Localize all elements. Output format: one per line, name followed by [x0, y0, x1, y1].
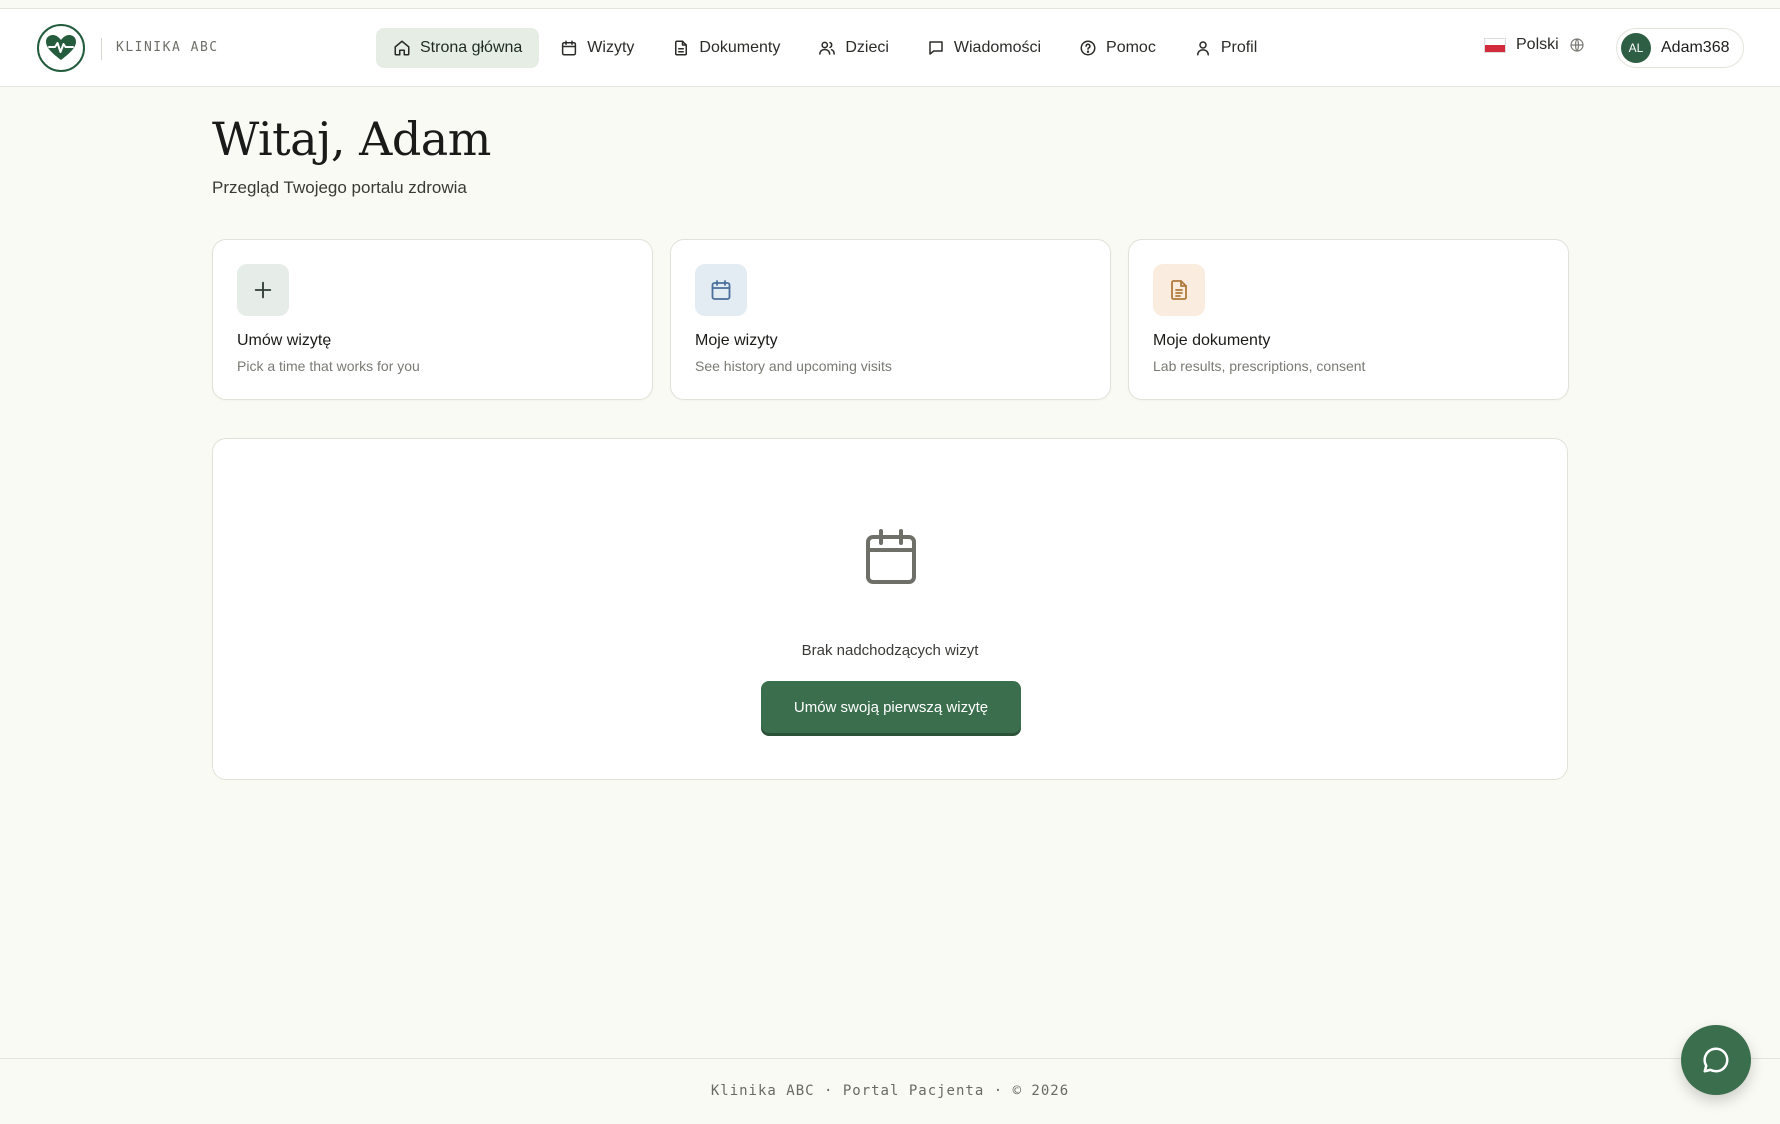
card-description: Lab results, prescriptions, consent: [1153, 358, 1366, 374]
empty-state-text: Brak nadchodzących wizyt: [801, 642, 979, 659]
my-documents-card[interactable]: Moje dokumenty Lab results, prescription…: [1128, 239, 1569, 400]
main-nav: Strona główna Wizyty Dokumenty Dzieci Wi…: [376, 28, 1278, 68]
user-icon: [1196, 41, 1209, 56]
language-selector[interactable]: Polski: [1484, 36, 1585, 54]
card-description: Pick a time that works for you: [237, 358, 420, 374]
logo-divider: [101, 38, 102, 60]
message-icon: [929, 41, 943, 55]
nav-item-profile[interactable]: Profil: [1177, 28, 1274, 68]
avatar: AL: [1621, 33, 1651, 63]
nav-item-label: Strona główna: [420, 39, 523, 56]
calendar-empty-icon: [866, 529, 916, 584]
chat-button[interactable]: [1681, 1025, 1751, 1095]
brand-name: KLINIKA ABC: [116, 40, 219, 55]
nav-item-label: Dokumenty: [699, 39, 781, 56]
page-subtitle: Przegląd Twojego portalu zdrowia: [212, 178, 467, 197]
book-visit-card[interactable]: Umów wizytę Pick a time that works for y…: [212, 239, 653, 400]
language-label: Polski: [1516, 36, 1559, 53]
book-first-visit-button[interactable]: Umów swoją pierwszą wizytę: [761, 681, 1021, 733]
card-title: Moje dokumenty: [1153, 332, 1271, 349]
globe-icon: [1570, 38, 1584, 52]
card-description: See history and upcoming visits: [695, 358, 892, 374]
nav-item-label: Wizyty: [587, 39, 635, 56]
footer-text: Klinika ABC · Portal Pacjenta · © 2026: [710, 1083, 1070, 1099]
user-menu[interactable]: AL Adam368: [1616, 28, 1744, 68]
plus-icon: [237, 264, 289, 316]
footer: Klinika ABC · Portal Pacjenta · © 2026: [0, 1058, 1780, 1124]
nav-item-label: Profil: [1220, 39, 1258, 56]
nav-item-messages[interactable]: Wiadomości: [910, 28, 1058, 68]
upcoming-visits-panel: Brak nadchodzących wizyt Umów swoją pier…: [212, 438, 1568, 780]
username: Adam368: [1661, 39, 1730, 56]
nav-item-label: Dzieci: [845, 39, 889, 56]
card-title: Umów wizytę: [237, 332, 332, 349]
document-icon: [675, 40, 688, 56]
calendar-icon: [695, 264, 747, 316]
page-title: Witaj, Adam: [212, 112, 491, 166]
heart-pulse-logo-icon[interactable]: [37, 24, 85, 72]
help-icon: [1080, 40, 1096, 56]
document-icon: [1153, 264, 1205, 316]
card-title: Moje wizyty: [695, 332, 778, 349]
nav-item-children[interactable]: Dzieci: [801, 28, 906, 68]
nav-item-documents[interactable]: Dokumenty: [655, 28, 797, 68]
nav-item-label: Pomoc: [1106, 39, 1156, 56]
home-icon: [394, 40, 410, 56]
top-navigation-bar: KLINIKA ABC Strona główna Wizyty Dokumen…: [0, 8, 1780, 87]
chat-bubble-icon: [1703, 1047, 1729, 1073]
nav-item-home[interactable]: Strona główna: [376, 28, 540, 68]
my-visits-card[interactable]: Moje wizyty See history and upcoming vis…: [670, 239, 1111, 400]
calendar-icon: [562, 40, 577, 56]
poland-flag-icon: [1484, 37, 1506, 53]
nav-item-label: Wiadomości: [953, 39, 1042, 56]
nav-item-visits[interactable]: Wizyty: [543, 28, 651, 68]
nav-item-help[interactable]: Pomoc: [1062, 28, 1173, 68]
users-icon: [819, 41, 836, 55]
